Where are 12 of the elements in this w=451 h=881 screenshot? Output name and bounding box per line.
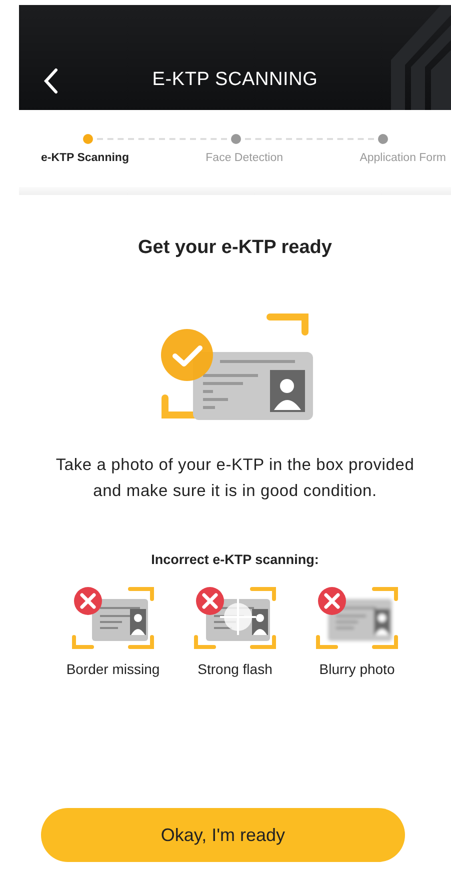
example-label: Blurry photo [319,661,395,677]
step-label: Face Detection [206,152,284,164]
instruction-text: Take a photo of your e-KTP in the box provided and make sure it is in good condition. [54,455,416,502]
screen-title: E-KTP SCANNING [152,69,318,91]
heading: Get your e-KTP ready [138,237,332,259]
example-label: Border missing [66,661,160,677]
example-label: Strong flash [198,661,272,677]
step-label: Application Form [360,152,446,164]
section-title: Incorrect e-KTP scanning: [151,552,319,567]
ready-button[interactable]: Okay, I'm ready [41,808,405,862]
step-label: e-KTP Scanning [41,152,129,164]
back-button[interactable] [43,68,59,94]
